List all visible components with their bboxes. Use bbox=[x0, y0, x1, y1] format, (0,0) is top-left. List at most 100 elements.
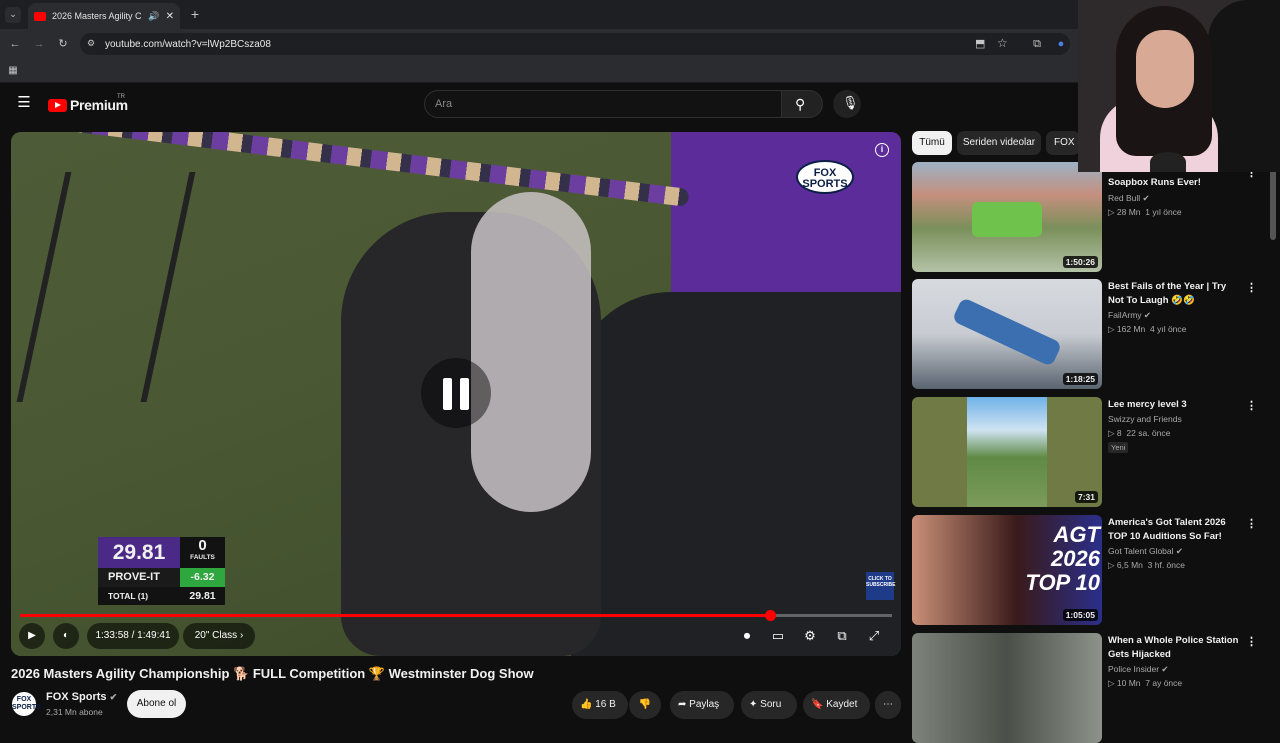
browser-tab[interactable]: 2026 Masters Agility Championship 🔊 ✕ bbox=[28, 3, 180, 29]
views: 8 bbox=[1116, 428, 1122, 438]
chapter-button[interactable]: 20" Class › bbox=[183, 623, 255, 649]
search-icon: ⚲ bbox=[795, 96, 806, 112]
fox-sports-watermark: FOX SPORTS bbox=[796, 160, 854, 194]
settings-gear-icon[interactable]: ⚙ bbox=[802, 629, 818, 643]
sidebar-scrollbar[interactable] bbox=[1270, 160, 1276, 240]
tab-title: 2026 Masters Agility Championship bbox=[52, 11, 142, 21]
autoplay-toggle-icon[interactable]: ⏺ bbox=[736, 629, 758, 643]
verified-icon: ✔ bbox=[109, 692, 118, 702]
tab-list-icon[interactable]: ⌄ bbox=[5, 7, 21, 23]
subscribe-button[interactable]: Abone ol bbox=[127, 690, 186, 718]
video-player[interactable]: FOX SPORTS i CLICK TO SUBSCRIBE 29.81 0 … bbox=[11, 132, 901, 656]
chip-all[interactable]: Tümü bbox=[912, 131, 952, 155]
search-button[interactable]: ⚲ bbox=[781, 90, 823, 118]
bookmark-star-icon[interactable]: ☆ bbox=[997, 36, 1008, 50]
forward-icon[interactable]: → bbox=[32, 37, 46, 51]
center-pause-icon[interactable] bbox=[421, 358, 491, 428]
extension-icon[interactable]: ⧉ bbox=[1030, 37, 1044, 51]
views: 10 Mn bbox=[1116, 678, 1141, 688]
streamer-face bbox=[1136, 30, 1194, 108]
recommendation-item[interactable]: 1:50:26 Soapbox Runs Ever! Red Bull ✔ ▷ … bbox=[912, 162, 1257, 272]
more-options-icon[interactable]: ⋮ bbox=[1246, 635, 1257, 648]
prove-it-diff: -6.32 bbox=[180, 568, 225, 587]
install-icon[interactable]: ⬒ bbox=[975, 37, 985, 50]
recommendation-thumbnail[interactable]: AGT 2026 TOP 10 1:05:05 bbox=[912, 515, 1102, 625]
recommendation-item[interactable]: 7:31 Lee mercy level 3 Swizzy and Friend… bbox=[912, 397, 1257, 507]
recommendation-item[interactable]: 1:18:25 Best Fails of the Year | Try Not… bbox=[912, 279, 1257, 389]
subtitles-icon[interactable]: ▭ bbox=[770, 629, 786, 643]
back-icon[interactable]: ← bbox=[8, 37, 22, 51]
url-field[interactable]: ⚙ youtube.com/watch?v=lWp2BCsza08 ⬒ ☆ bbox=[80, 33, 1070, 55]
thumbnail-scene bbox=[967, 397, 1047, 507]
more-options-icon[interactable]: ⋮ bbox=[1246, 281, 1257, 294]
progress-scrubber[interactable] bbox=[764, 610, 776, 621]
subscribe-overlay-icon[interactable]: CLICK TO SUBSCRIBE bbox=[866, 572, 895, 600]
fullscreen-icon[interactable]: ⤢ bbox=[866, 629, 882, 643]
recommendation-thumbnail[interactable]: 7:31 bbox=[912, 397, 1102, 507]
recommendation-meta: ▷ 6,5 Mn 3 hf. önce bbox=[1108, 560, 1185, 570]
channel-text: Red Bull bbox=[1108, 193, 1141, 203]
volume-button[interactable]: ◐ bbox=[53, 623, 79, 649]
miniplayer-icon[interactable]: ⧉ bbox=[834, 629, 850, 643]
thumbs-down-icon: 👎 bbox=[638, 699, 652, 710]
like-count: 16 B bbox=[595, 699, 616, 710]
youtube-logo[interactable]: Premium TR bbox=[48, 94, 128, 113]
chapter-label: 20" Class bbox=[194, 630, 238, 641]
score-faults-box: 0 FAULTS bbox=[180, 537, 225, 568]
soapbox-cart bbox=[972, 202, 1042, 237]
recommendation-channel: FailArmy ✔ bbox=[1108, 310, 1151, 321]
recommendation-channel: Swizzy and Friends bbox=[1108, 414, 1182, 424]
recommendation-title: Lee mercy level 3 bbox=[1108, 399, 1187, 410]
recommendation-thumbnail[interactable]: 1:50:26 bbox=[912, 162, 1102, 272]
apps-grid-icon[interactable]: ▦ bbox=[6, 64, 20, 78]
dislike-button[interactable]: 👎 bbox=[629, 691, 661, 719]
recommendation-item[interactable]: When a Whole Police Station Gets Hijacke… bbox=[912, 633, 1257, 743]
verified-icon: ✔ bbox=[1161, 664, 1169, 674]
time-display: 1:33:58 / 1:49:41 bbox=[87, 623, 179, 649]
like-button[interactable]: 👍 16 B bbox=[572, 691, 628, 719]
progress-bar[interactable] bbox=[20, 610, 892, 621]
audio-icon[interactable]: 🔊 bbox=[148, 11, 159, 22]
play-button[interactable]: ▶ bbox=[19, 623, 45, 649]
recommendation-item[interactable]: AGT 2026 TOP 10 1:05:05 America's Got Ta… bbox=[912, 515, 1257, 625]
channel-name-text: FOX Sports bbox=[46, 691, 107, 703]
reload-icon[interactable]: ↻ bbox=[56, 37, 70, 51]
save-button[interactable]: 🔖 Kaydet bbox=[803, 691, 870, 719]
info-icon[interactable]: i bbox=[875, 143, 889, 157]
chip-series[interactable]: Seriden videolar bbox=[957, 131, 1041, 155]
youtube-favicon-icon bbox=[34, 11, 46, 21]
recommendation-channel: Police Insider ✔ bbox=[1108, 664, 1169, 675]
chip-fox-sports[interactable]: FOX Sports bbox=[1046, 131, 1080, 155]
profile-icon[interactable]: ● bbox=[1054, 37, 1068, 51]
share-label: Paylaş bbox=[689, 699, 720, 710]
streamer-microphone bbox=[1150, 152, 1186, 172]
close-tab-icon[interactable]: ✕ bbox=[166, 11, 174, 22]
recommendation-thumbnail[interactable] bbox=[912, 633, 1102, 743]
channel-text: FailArmy bbox=[1108, 310, 1142, 320]
age: 3 hf. önce bbox=[1147, 560, 1185, 570]
new-tab-icon[interactable]: + bbox=[188, 7, 202, 21]
hamburger-menu-icon[interactable]: ☰ bbox=[16, 95, 32, 110]
recommendation-thumbnail[interactable]: 1:18:25 bbox=[912, 279, 1102, 389]
search-input[interactable]: Ara bbox=[424, 90, 782, 118]
site-info-icon[interactable]: ⚙ bbox=[87, 38, 95, 49]
more-options-icon[interactable]: ⋮ bbox=[1246, 399, 1257, 412]
channel-name[interactable]: FOX Sports ✔ bbox=[46, 691, 117, 703]
more-options-icon[interactable]: ⋮ bbox=[1246, 517, 1257, 530]
recommendation-title: Best Fails of the Year | Try Not To Laug… bbox=[1108, 281, 1227, 306]
thumbs-up-icon: 👍 bbox=[580, 699, 593, 710]
video-title: 2026 Masters Agility Championship 🐕 FULL… bbox=[11, 666, 534, 681]
url-text: youtube.com/watch?v=lWp2BCsza08 bbox=[105, 38, 271, 50]
duration-badge: 1:18:25 bbox=[1062, 373, 1098, 385]
recommendation-meta: ▷ 28 Mn 1 yıl önce bbox=[1108, 207, 1182, 217]
save-label: Kaydet bbox=[826, 699, 858, 710]
gaming-chair bbox=[1208, 0, 1280, 172]
age: 4 yıl önce bbox=[1150, 324, 1187, 334]
share-button[interactable]: ➦ Paylaş bbox=[670, 691, 734, 719]
ask-button[interactable]: ✦ Soru bbox=[741, 691, 797, 719]
channel-avatar[interactable]: FOX SPORTS bbox=[12, 692, 41, 716]
voice-search-button[interactable]: 🎙 bbox=[833, 90, 861, 118]
channel-text: Got Talent Global bbox=[1108, 546, 1174, 556]
recommendation-meta: ▷ 10 Mn 7 ay önce bbox=[1108, 678, 1183, 688]
more-actions-button[interactable]: ⋯ bbox=[875, 691, 901, 719]
